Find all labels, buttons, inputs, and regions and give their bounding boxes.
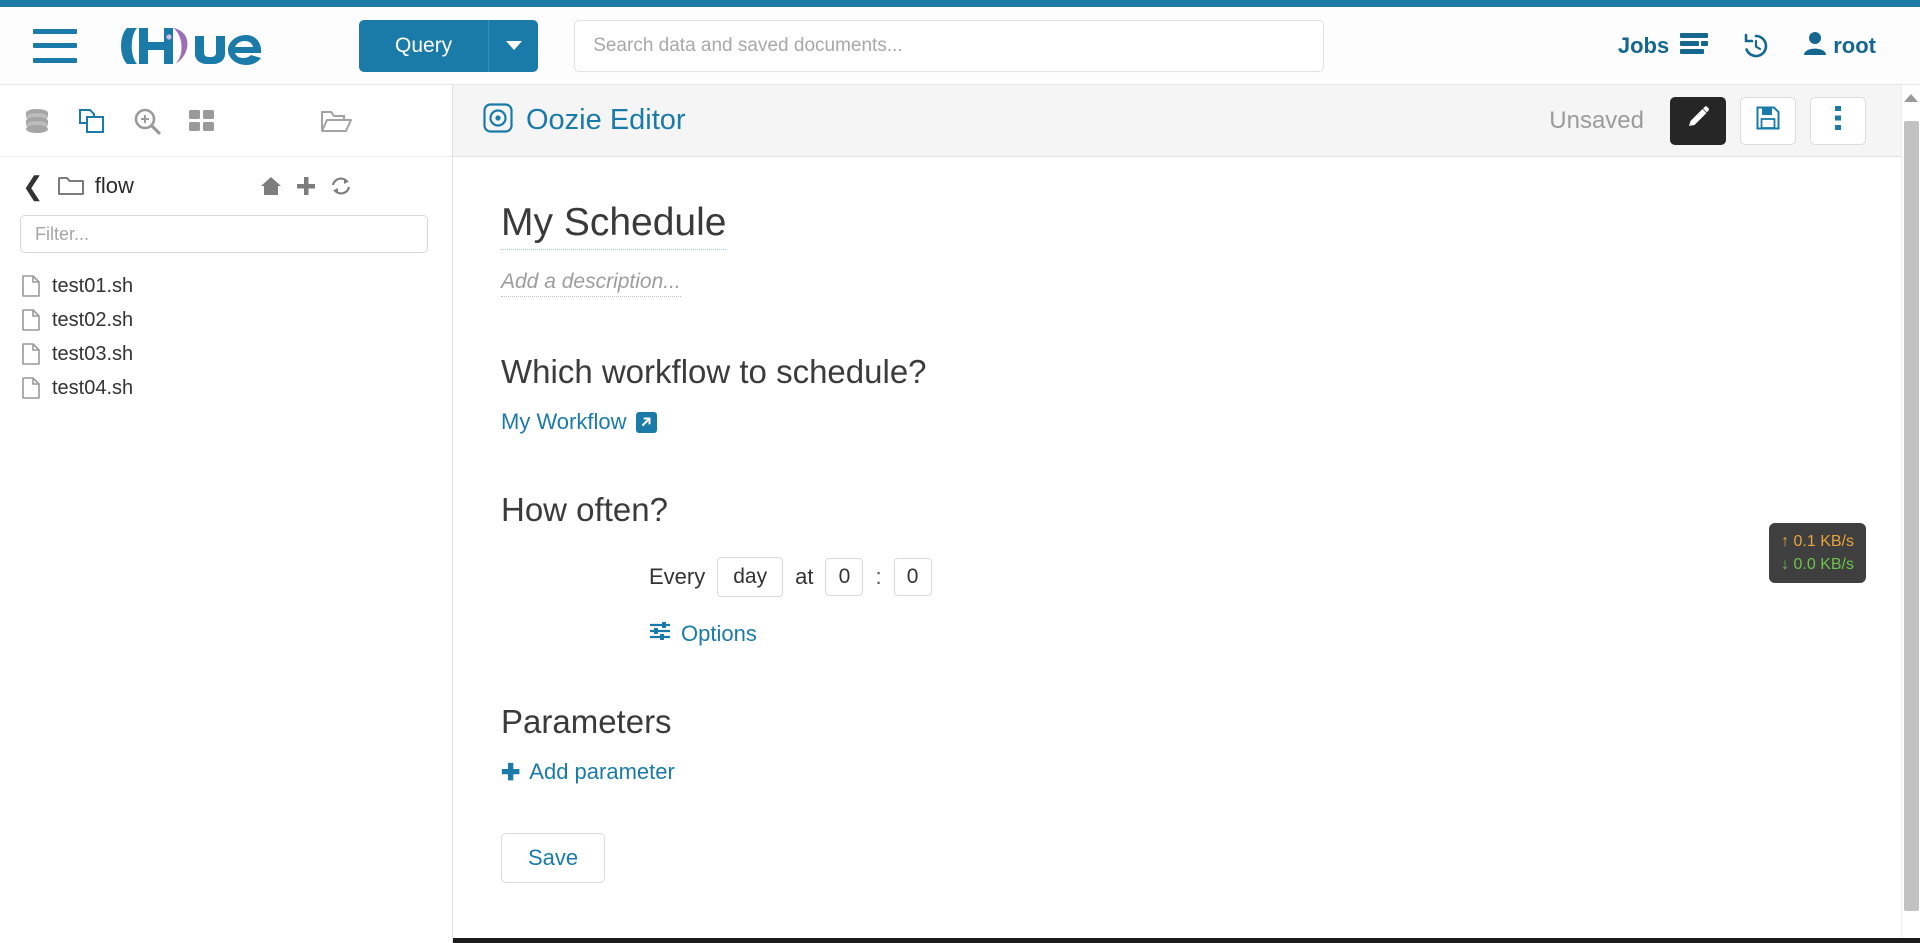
file-icon	[22, 343, 40, 365]
kebab-menu-icon	[1834, 105, 1842, 136]
list-item[interactable]: test02.sh	[0, 303, 452, 337]
options-label: Options	[681, 621, 757, 646]
every-label: Every	[649, 564, 706, 589]
history-clock-icon[interactable]	[1742, 32, 1770, 60]
sidebar-toolbar	[0, 85, 452, 157]
jobs-list-icon	[1680, 32, 1709, 60]
header-right-group: Jobs root	[1618, 31, 1876, 61]
chevron-left-icon[interactable]: ❮	[22, 173, 44, 199]
file-list: test01.sh test02.sh test03.sh test04.sh	[0, 261, 452, 405]
editor-toolbar: Oozie Editor Unsaved	[453, 85, 1920, 157]
add-parameter-link[interactable]: ✚ Add parameter	[501, 759, 675, 785]
breadcrumb-folder-name[interactable]: flow	[95, 173, 134, 199]
save-button[interactable]	[1740, 96, 1796, 145]
time-separator: :	[875, 564, 882, 589]
schedule-description-field[interactable]: Add a description...	[501, 270, 681, 297]
database-icon[interactable]	[22, 106, 52, 136]
workflow-link-label: My Workflow	[501, 409, 627, 434]
arrow-down-icon: ↓	[1781, 556, 1790, 574]
breadcrumb: ❮ flow	[0, 157, 452, 215]
pencil-icon	[1685, 105, 1711, 136]
list-item[interactable]: test03.sh	[0, 337, 452, 371]
frequency-heading: How often?	[501, 491, 668, 528]
left-sidebar: ❮ flow Filter... test01.sh test02.sh tes…	[0, 85, 453, 943]
oozie-target-icon	[483, 103, 513, 138]
body-wrapper: ❮ flow Filter... test01.sh test02.sh tes…	[0, 85, 1920, 943]
arrow-up-icon: ↑	[1781, 533, 1790, 550]
app-title-link[interactable]: Oozie Editor	[483, 103, 686, 138]
query-button[interactable]: Query	[359, 19, 489, 72]
network-speed-widget: ↑ 0.1 KB/s ↓ 0.0 KB/s	[1769, 523, 1866, 584]
file-name: test03.sh	[52, 342, 134, 365]
page-title: Oozie Editor	[526, 104, 686, 136]
list-item[interactable]: test04.sh	[0, 371, 452, 405]
user-menu[interactable]: root	[1804, 31, 1876, 61]
network-upload-value: 0.1 KB/s	[1793, 533, 1854, 550]
global-header: Query Jobs	[0, 7, 1920, 85]
frequency-row: Every day at :	[649, 557, 1920, 597]
home-icon[interactable]	[260, 176, 282, 196]
parameters-section: Parameters ✚ Add parameter	[501, 703, 1920, 785]
open-folder-icon[interactable]	[320, 107, 352, 135]
status-badge: Unsaved	[1549, 106, 1644, 134]
search-zoom-icon[interactable]	[132, 106, 162, 136]
file-name: test02.sh	[52, 308, 134, 331]
user-icon	[1804, 31, 1827, 61]
network-upload-row: ↑ 0.1 KB/s	[1781, 530, 1854, 553]
file-name: test01.sh	[52, 274, 134, 297]
external-link-icon	[635, 411, 657, 433]
user-label: root	[1833, 32, 1876, 58]
file-icon	[22, 275, 40, 297]
jobs-label: Jobs	[1617, 32, 1670, 58]
schedule-name-field[interactable]: My Schedule	[501, 201, 727, 250]
main-panel: Oozie Editor Unsaved My Schedule Add a d…	[453, 85, 1920, 943]
frequency-unit-select[interactable]: day	[717, 557, 784, 597]
documents-icon[interactable]	[77, 106, 107, 136]
add-parameter-label: Add parameter	[529, 759, 675, 784]
bottom-bar	[453, 938, 1920, 943]
workflow-heading: Which workflow to schedule?	[501, 353, 927, 390]
search-input[interactable]	[574, 19, 1325, 72]
workflow-section: Which workflow to schedule? My Workflow	[501, 353, 1920, 435]
chevron-down-icon	[505, 41, 522, 50]
hamburger-icon[interactable]	[33, 28, 77, 63]
query-dropdown-button[interactable]	[488, 19, 539, 72]
editor-content: My Schedule Add a description... Which w…	[453, 157, 1920, 943]
refresh-icon[interactable]	[330, 176, 352, 196]
hour-input[interactable]	[825, 558, 864, 596]
edit-button[interactable]	[1670, 96, 1726, 145]
breadcrumb-actions	[260, 176, 352, 196]
workflow-link[interactable]: My Workflow	[501, 409, 657, 435]
file-icon	[22, 377, 40, 399]
more-options-button[interactable]	[1810, 96, 1866, 145]
editor-actions: Unsaved	[1549, 96, 1866, 145]
vertical-scrollbar[interactable]	[1901, 85, 1920, 943]
save-schedule-button[interactable]: Save	[501, 833, 606, 883]
file-name: test04.sh	[52, 376, 134, 399]
sliders-icon	[649, 621, 671, 647]
scroll-up-arrow-icon[interactable]	[1904, 94, 1918, 102]
network-download-row: ↓ 0.0 KB/s	[1781, 553, 1854, 576]
scrollbar-thumb[interactable]	[1904, 121, 1919, 911]
grid-apps-icon[interactable]	[187, 106, 217, 136]
hue-logo[interactable]	[119, 23, 271, 69]
plus-icon[interactable]	[296, 176, 316, 196]
at-label: at	[795, 564, 814, 589]
parameters-heading: Parameters	[501, 703, 672, 740]
query-button-group[interactable]: Query	[359, 19, 539, 72]
top-accent-strip	[0, 0, 1920, 7]
network-download-value: 0.0 KB/s	[1793, 556, 1854, 574]
plus-icon: ✚	[501, 758, 521, 785]
minute-input[interactable]	[893, 558, 932, 596]
list-item[interactable]: test01.sh	[0, 269, 452, 303]
options-link[interactable]: Options	[649, 621, 757, 647]
jobs-link[interactable]: Jobs	[1617, 32, 1709, 60]
folder-icon	[57, 175, 84, 197]
file-icon	[22, 309, 40, 331]
filter-input[interactable]	[20, 215, 428, 253]
frequency-section: How often? Every day at :	[501, 491, 1920, 647]
floppy-save-icon	[1756, 106, 1780, 135]
